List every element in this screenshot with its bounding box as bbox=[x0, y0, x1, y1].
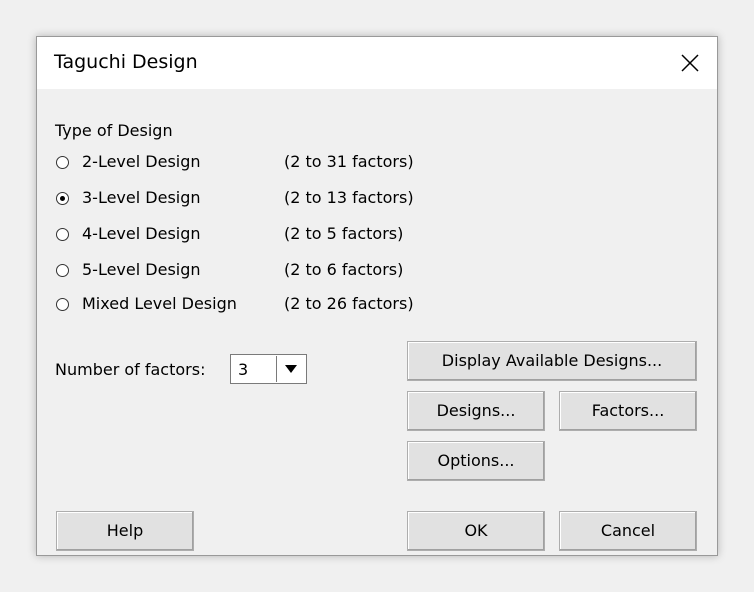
radio-label: Mixed Level Design bbox=[82, 294, 237, 313]
radio-label: 2-Level Design bbox=[82, 152, 201, 171]
dialog-title: Taguchi Design bbox=[54, 51, 198, 73]
radio-4-level-design[interactable]: 4-Level Design (2 to 5 factors) bbox=[55, 224, 475, 246]
help-button[interactable]: Help bbox=[56, 511, 194, 551]
radio-mixed-level-design[interactable]: Mixed Level Design (2 to 26 factors) bbox=[55, 294, 475, 316]
close-button[interactable] bbox=[663, 37, 717, 89]
radio-label: 3-Level Design bbox=[82, 188, 201, 207]
number-of-factors-select[interactable]: 3 bbox=[230, 354, 307, 384]
radio-button[interactable] bbox=[56, 264, 69, 277]
cancel-button[interactable]: Cancel bbox=[559, 511, 697, 551]
factors-button[interactable]: Factors... bbox=[559, 391, 697, 431]
options-button[interactable]: Options... bbox=[407, 441, 545, 481]
radio-selected-dot bbox=[60, 196, 65, 201]
ok-button[interactable]: OK bbox=[407, 511, 545, 551]
type-of-design-label: Type of Design bbox=[55, 121, 173, 140]
radio-button[interactable] bbox=[56, 228, 69, 241]
radio-2-level-design[interactable]: 2-Level Design (2 to 31 factors) bbox=[55, 152, 475, 174]
radio-label: 5-Level Design bbox=[82, 260, 201, 279]
factor-range: (2 to 13 factors) bbox=[284, 188, 414, 207]
radio-5-level-design[interactable]: 5-Level Design (2 to 6 factors) bbox=[55, 260, 475, 282]
taguchi-design-dialog: Taguchi Design Type of Design 2-Level De… bbox=[36, 36, 718, 556]
designs-button[interactable]: Designs... bbox=[407, 391, 545, 431]
number-of-factors-label: Number of factors: bbox=[55, 360, 206, 379]
factor-range: (2 to 6 factors) bbox=[284, 260, 404, 279]
radio-button[interactable] bbox=[56, 298, 69, 311]
number-of-factors-value: 3 bbox=[238, 360, 249, 379]
factor-range: (2 to 26 factors) bbox=[284, 294, 414, 313]
radio-button-selected[interactable] bbox=[56, 192, 69, 205]
title-bar: Taguchi Design bbox=[37, 37, 717, 89]
factor-range: (2 to 31 factors) bbox=[284, 152, 414, 171]
chevron-down-icon bbox=[285, 365, 297, 373]
radio-button[interactable] bbox=[56, 156, 69, 169]
radio-label: 4-Level Design bbox=[82, 224, 201, 243]
close-icon bbox=[681, 54, 699, 72]
factor-range: (2 to 5 factors) bbox=[284, 224, 404, 243]
dropdown-button[interactable] bbox=[276, 356, 305, 382]
display-available-designs-button[interactable]: Display Available Designs... bbox=[407, 341, 697, 381]
radio-3-level-design[interactable]: 3-Level Design (2 to 13 factors) bbox=[55, 188, 475, 210]
